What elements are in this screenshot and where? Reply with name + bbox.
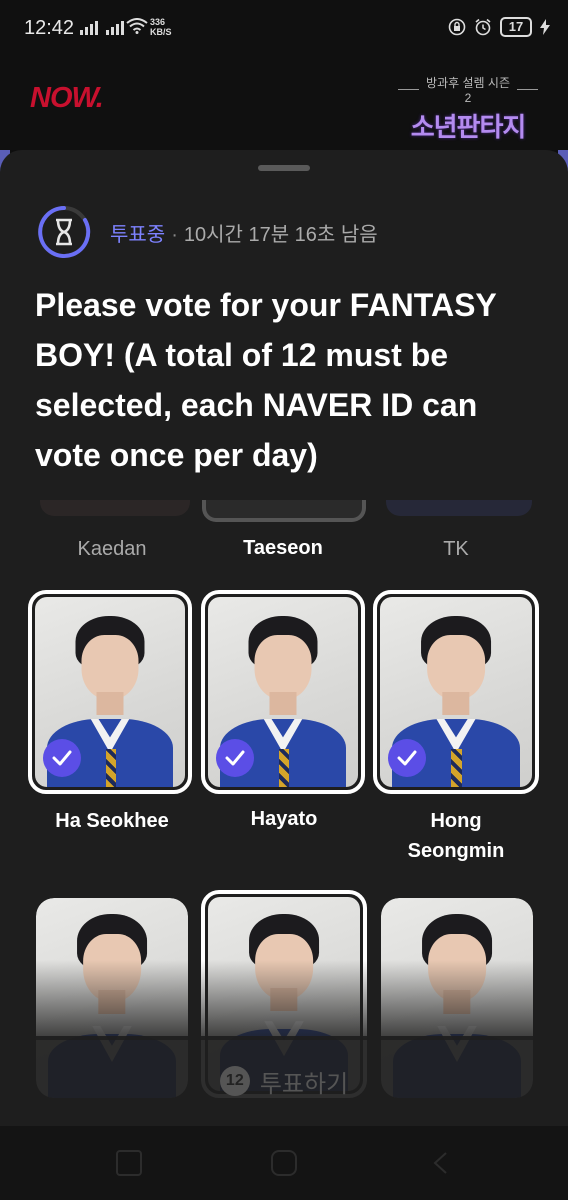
signal-icon (80, 21, 124, 35)
selected-count-badge: 12 (219, 1066, 250, 1096)
lock-rotation-icon (448, 18, 466, 36)
vote-title: Please vote for your FANTASY BOY! (A tot… (35, 287, 497, 473)
vote-button[interactable]: 12 투표하기 (0, 1036, 568, 1126)
contestant-photo-partial[interactable] (40, 500, 190, 516)
contestant-card-selected[interactable] (28, 590, 192, 794)
clock: 12:42 (24, 17, 75, 39)
home-icon[interactable] (271, 1150, 297, 1176)
system-nav-bar (0, 1126, 568, 1200)
contestant-card-selected[interactable] (201, 590, 365, 794)
recents-icon[interactable] (116, 1150, 142, 1176)
contestant-name: Hong Seongmin (407, 810, 505, 862)
drag-handle[interactable] (258, 165, 310, 171)
charging-icon (540, 19, 550, 35)
wifi-icon (126, 18, 148, 34)
back-icon[interactable] (428, 1150, 454, 1176)
contestant-photo-partial[interactable] (202, 500, 366, 522)
contestant-name: Taeseon (243, 537, 323, 559)
check-icon (43, 739, 81, 777)
time-remaining: 10시간 17분 16초 남음 (183, 223, 378, 246)
contestant-name: Kaedan (77, 538, 147, 560)
contestant-photo (380, 597, 532, 787)
contestant-name: Ha Seokhee (55, 810, 169, 832)
battery-level: 17 (500, 17, 532, 37)
status-bar: 12:42 336 KB/S 17 (0, 0, 568, 58)
contestant-photo (35, 597, 185, 787)
app-header: NOW. 방과후 설렘 시즌2 소년판타지 (0, 58, 568, 150)
check-icon (216, 739, 254, 777)
vote-live-label: 투표중 (110, 223, 166, 246)
contestant-photo-partial[interactable] (386, 500, 532, 516)
contestant-card-selected[interactable] (373, 590, 539, 794)
now-logo[interactable]: NOW. (30, 82, 104, 115)
contestant-name: TK (443, 538, 469, 560)
vote-status: 투표중 · 10시간 17분 16초 남음 (36, 204, 378, 260)
list-fade (0, 960, 568, 1040)
hourglass-icon (36, 204, 92, 260)
contestant-name: Hayato (250, 808, 318, 830)
alarm-icon (475, 18, 491, 36)
check-icon (388, 739, 426, 777)
vote-button-label: 투표하기 (259, 1070, 349, 1098)
contestant-photo (208, 597, 358, 787)
network-speed: 336 KB/S (150, 17, 172, 37)
show-logo: 방과후 설렘 시즌2 소년판타지 (398, 74, 539, 144)
